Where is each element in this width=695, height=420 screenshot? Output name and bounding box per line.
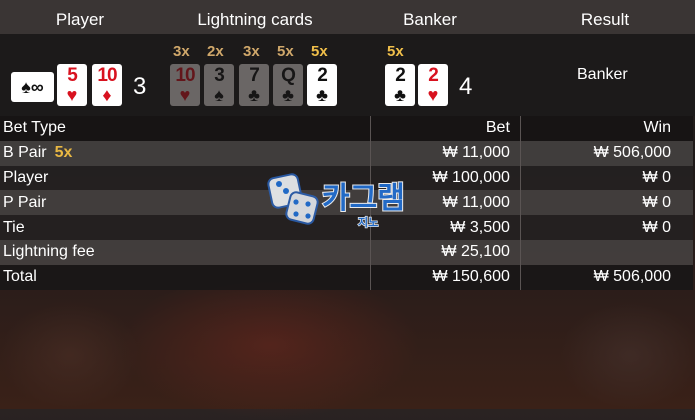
win-amount: ₩ 506,000 (519, 140, 693, 166)
card-rank: 7 (249, 65, 260, 86)
bet-type-label: B Pair (3, 144, 47, 162)
player-score: 3 (133, 73, 147, 100)
column-header-win: Win (519, 116, 693, 141)
player-card-1: 5 ♥ (57, 64, 87, 106)
watermark-logo: 카그램 지노 (267, 173, 406, 230)
card-rank: 10 (97, 65, 117, 86)
bet-amount: ₩ 11,000 (370, 140, 521, 166)
column-header-bet-type: Bet Type (3, 119, 66, 137)
header-result: Result (580, 10, 630, 29)
club-icon: ♣ (316, 85, 328, 105)
club-icon: ♣ (282, 85, 294, 105)
bet-amount: ₩ 25,100 (370, 239, 521, 265)
table-total-row: Total ₩ 150,600 ₩ 506,000 (0, 264, 693, 290)
table-row: B Pair 5x ₩ 11,000 ₩ 506,000 (0, 140, 693, 166)
column-header-bet: Bet (370, 116, 521, 141)
card-rank: 10 (175, 65, 195, 86)
lightning-multiplier-3: 3x (243, 43, 260, 60)
club-icon: ♣ (248, 85, 260, 105)
lightning-card-1: 10 ♥ (170, 64, 200, 106)
header-banker: Banker (403, 10, 457, 29)
result-value: Banker (577, 66, 628, 83)
lightning-card-5: 2 ♣ (307, 64, 337, 106)
heart-icon: ♥ (179, 85, 191, 105)
bet-type-label: Lightning fee (3, 243, 95, 261)
background-right-shadow (560, 300, 695, 410)
player-card-2: 10 ♦ (92, 64, 122, 106)
background-table-glow (120, 270, 420, 420)
win-amount: ₩ 0 (519, 215, 693, 240)
lightning-multiplier-4: 5x (277, 43, 294, 60)
lightning-multiplier-2: 2x (207, 43, 224, 60)
card-rank: 2 (428, 65, 439, 86)
card-rank: 2 (317, 65, 328, 86)
card-rank: 2 (395, 65, 406, 86)
heart-icon: ♥ (427, 85, 439, 105)
player-hidden-card: ♠∞ (11, 72, 54, 102)
club-icon: ♣ (394, 85, 406, 105)
lightning-card-4: Q ♣ (273, 64, 303, 106)
banker-multiplier: 5x (387, 43, 404, 60)
banker-card-2: 2 ♥ (418, 64, 448, 106)
header-player: Player (55, 10, 105, 29)
total-bet: ₩ 150,600 (370, 264, 521, 290)
lightning-multiplier-1: 3x (173, 43, 190, 60)
dice-icon (267, 173, 319, 225)
lightning-card-2: 3 ♠ (204, 64, 234, 106)
multiplier-badge: 5x (54, 144, 73, 162)
table-row: Lightning fee ₩ 25,100 (0, 239, 693, 265)
watermark-subtext: 지노 (358, 215, 378, 229)
card-rank: Q (281, 65, 296, 86)
win-amount: ₩ 0 (519, 190, 693, 216)
card-rank: 5 (67, 65, 78, 86)
total-label: Total (3, 268, 37, 286)
bet-type-cell: B Pair 5x (0, 141, 371, 166)
total-win: ₩ 506,000 (519, 264, 693, 290)
lightning-card-3: 7 ♣ (239, 64, 269, 106)
banker-score: 4 (459, 73, 473, 100)
heart-icon: ♥ (66, 85, 78, 105)
card-rank: 3 (214, 65, 225, 86)
win-amount: ₩ 0 (519, 165, 693, 191)
diamond-icon: ♦ (102, 85, 112, 105)
win-amount (519, 239, 693, 265)
background-left-shadow (0, 300, 140, 410)
spade-icon: ♠ (214, 85, 224, 105)
results-header: Player Lightning cards Banker Result (0, 0, 695, 34)
table-header-row: Bet Type Bet Win (0, 116, 693, 141)
watermark-text: 카그램 (322, 181, 405, 216)
banker-card-1: 2 ♣ (385, 64, 415, 106)
header-lightning-cards: Lightning cards (197, 10, 313, 29)
lightning-multiplier-5: 5x (311, 43, 328, 60)
